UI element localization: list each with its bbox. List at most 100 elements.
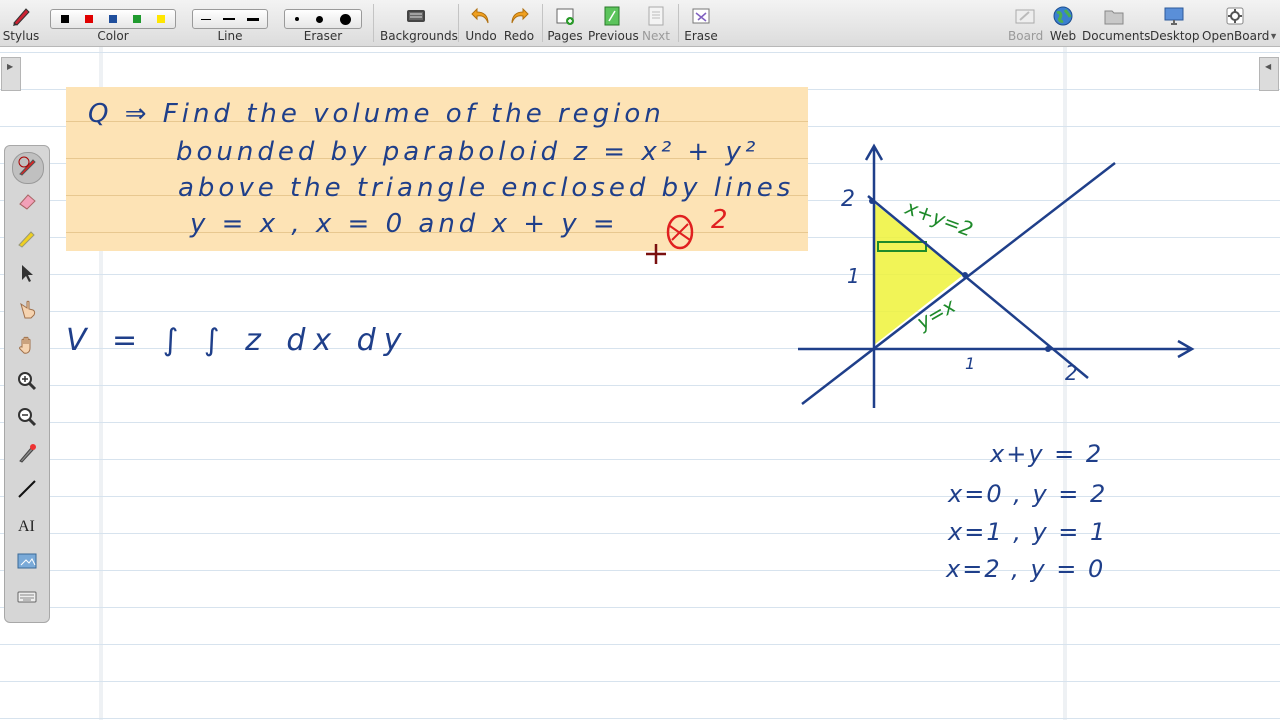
color-yellow-swatch[interactable]	[157, 15, 165, 23]
zoom-in-icon	[16, 370, 38, 397]
board-button[interactable]: Board	[1008, 0, 1044, 46]
ruled-line	[0, 718, 1280, 719]
main-toolbar: Stylus Color Line Eraser Backgrounds Und…	[0, 0, 1280, 47]
undo-label: Undo	[465, 29, 497, 43]
backgrounds-label: Backgrounds	[380, 29, 458, 43]
ruled-line	[0, 570, 1280, 571]
ruled-line	[0, 274, 1280, 275]
line-width-picker[interactable]	[192, 9, 268, 29]
line-medium-option[interactable]	[223, 18, 235, 20]
note-ruled-line	[66, 195, 808, 196]
question-note[interactable]	[66, 87, 808, 251]
selector-tool-button[interactable]	[12, 260, 42, 290]
color-black-swatch[interactable]	[61, 15, 69, 23]
redo-label: Redo	[503, 29, 535, 43]
ruled-line	[0, 459, 1280, 460]
laser-pointer-button[interactable]	[12, 440, 42, 470]
highlighter-tool-button[interactable]	[12, 224, 42, 254]
zoom-out-icon	[16, 406, 38, 433]
globe-icon	[1052, 5, 1074, 27]
hand-tool-button[interactable]	[12, 332, 42, 362]
next-button[interactable]: Next	[640, 0, 672, 46]
desktop-monitor-icon	[1163, 5, 1185, 27]
ruled-line	[0, 52, 1280, 53]
desktop-button[interactable]: Desktop	[1150, 0, 1200, 46]
previous-label: Previous	[588, 29, 639, 43]
previous-button[interactable]: Previous	[588, 0, 639, 46]
line-thick-option[interactable]	[247, 17, 259, 21]
line-group: Line	[192, 0, 268, 46]
virtual-keyboard-button[interactable]	[12, 584, 42, 614]
pages-button[interactable]: Pages	[546, 0, 584, 46]
color-green-swatch[interactable]	[133, 15, 141, 23]
board-label: Board	[1008, 29, 1044, 43]
backgrounds-icon	[405, 5, 427, 27]
chevron-down-icon[interactable]: ▼	[1269, 31, 1278, 41]
erase-label: Erase	[684, 29, 718, 43]
desktop-label: Desktop	[1150, 29, 1200, 43]
ruled-line	[0, 311, 1280, 312]
color-blue-swatch[interactable]	[109, 15, 117, 23]
next-label: Next	[642, 29, 670, 43]
note-ruled-line	[66, 121, 808, 122]
pen-icon	[17, 155, 39, 182]
web-label: Web	[1049, 29, 1077, 43]
left-panel-toggle[interactable]: ▶	[1, 57, 21, 91]
redo-button[interactable]: Redo	[502, 0, 536, 46]
screen-capture-icon	[16, 550, 38, 577]
interact-tool-button[interactable]	[12, 296, 42, 326]
tool-palette: AI	[4, 145, 50, 623]
ruled-line	[0, 348, 1280, 349]
eraser-small-option[interactable]	[295, 17, 300, 21]
pen-tool-button[interactable]	[12, 152, 44, 184]
eraser-large-option[interactable]	[339, 13, 351, 25]
note-ruled-line	[66, 158, 808, 159]
expand-left-icon: ▶	[7, 62, 14, 71]
highlighter-icon	[16, 226, 38, 253]
zoom-in-button[interactable]	[12, 368, 42, 398]
line-thin-option[interactable]	[201, 18, 211, 20]
openboard-menu-button[interactable]: OpenBoard	[1202, 0, 1269, 46]
web-button[interactable]: Web	[1046, 0, 1080, 46]
ruled-line	[0, 644, 1280, 645]
ruled-line	[0, 385, 1280, 386]
laser-pointer-icon	[16, 442, 38, 469]
backgrounds-button[interactable]: Backgrounds	[380, 0, 458, 46]
zoom-out-button[interactable]	[12, 404, 42, 434]
ruled-line	[0, 533, 1280, 534]
stylus-button[interactable]: Stylus	[2, 0, 40, 46]
ruled-line	[0, 422, 1280, 423]
note-ruled-line	[66, 232, 808, 233]
gear-icon	[1224, 5, 1246, 27]
eraser-size-picker[interactable]	[284, 9, 362, 29]
ruled-line	[0, 681, 1280, 682]
color-picker[interactable]	[50, 9, 176, 29]
eraser-medium-option[interactable]	[315, 15, 323, 23]
cursor-arrow-icon	[16, 262, 38, 289]
erase-button[interactable]: Erase	[682, 0, 720, 46]
text-tool-button[interactable]: AI	[12, 512, 42, 542]
color-red-swatch[interactable]	[85, 15, 93, 23]
eraser-icon	[16, 190, 38, 217]
pointing-hand-icon	[16, 298, 38, 325]
color-group: Color	[50, 0, 176, 46]
undo-button[interactable]: Undo	[464, 0, 498, 46]
next-page-icon	[645, 5, 667, 27]
eraser-group: Eraser	[284, 0, 362, 46]
documents-label: Documents	[1082, 29, 1151, 43]
capture-tool-button[interactable]	[12, 548, 42, 578]
board-canvas[interactable]	[0, 47, 1280, 720]
eraser-tool-button[interactable]	[12, 188, 42, 218]
right-margin-line	[1063, 47, 1067, 720]
line-icon	[16, 478, 38, 505]
text-icon: AI	[16, 514, 38, 541]
documents-button[interactable]: Documents	[1082, 0, 1151, 46]
expand-right-icon: ◀	[1265, 62, 1272, 71]
line-tool-button[interactable]	[12, 476, 42, 506]
right-panel-toggle[interactable]: ◀	[1259, 57, 1279, 91]
line-label: Line	[217, 29, 243, 43]
board-icon	[1014, 5, 1036, 27]
ruled-line	[0, 607, 1280, 608]
pages-label: Pages	[547, 29, 583, 43]
ruled-line	[0, 496, 1280, 497]
